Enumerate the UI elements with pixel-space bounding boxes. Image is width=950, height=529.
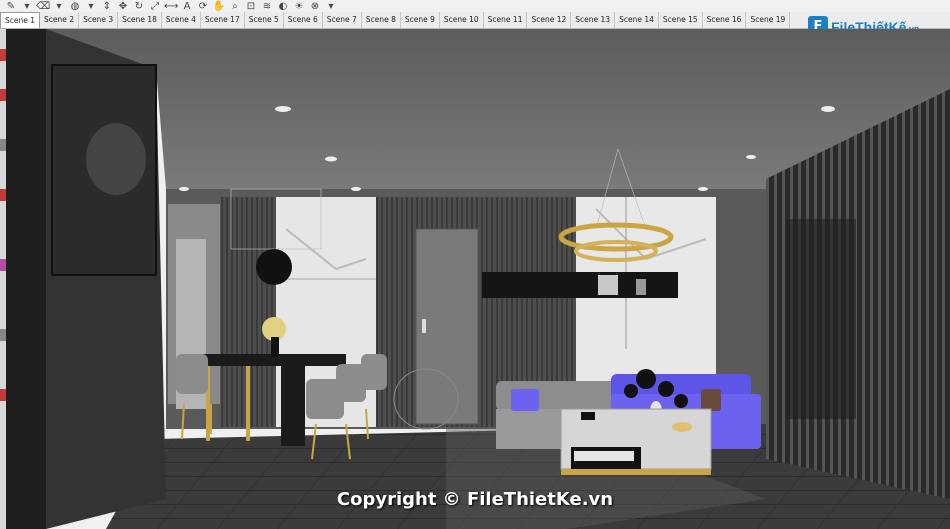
left-wall-edge: [6, 29, 46, 529]
copyright-watermark: Copyright © FileThietKe.vn: [336, 489, 614, 510]
ceiling-light: [179, 187, 189, 191]
ceiling-light: [821, 106, 835, 112]
scale-icon[interactable]: ⤢: [148, 1, 162, 12]
paint-bucket-icon[interactable]: ◍: [68, 1, 82, 12]
ceiling-light: [325, 156, 337, 162]
scene-tab[interactable]: Scene 6: [284, 12, 323, 28]
dropdown-arrow-icon[interactable]: ▾: [324, 1, 338, 12]
layers-icon[interactable]: ≋: [260, 1, 274, 12]
scene-tab[interactable]: Scene 18: [118, 12, 162, 28]
scene-tab[interactable]: Scene 16: [703, 12, 747, 28]
shadows-icon[interactable]: ☀: [292, 1, 306, 12]
scene-tab[interactable]: Scene 3: [79, 12, 119, 28]
text-icon[interactable]: A: [180, 1, 194, 12]
wall-shelf: [482, 272, 678, 298]
cushion-brown: [701, 389, 721, 411]
scene-tab[interactable]: Scene 14: [615, 12, 659, 28]
scene-tab[interactable]: Scene 8: [362, 12, 401, 28]
scene-tab[interactable]: Scene 4: [162, 12, 201, 28]
ceiling-light: [275, 106, 291, 112]
shelf-books: [598, 275, 618, 295]
wall-art-shape: [86, 123, 146, 195]
orbit-icon[interactable]: ⟳: [196, 1, 210, 12]
dropdown-arrow-icon[interactable]: ▾: [20, 1, 34, 12]
scene-tab[interactable]: Scene 17: [201, 12, 245, 28]
ceiling-light: [698, 187, 708, 191]
styles-icon[interactable]: ◐: [276, 1, 290, 12]
black-pendant-light: [256, 249, 292, 285]
zoom-icon[interactable]: ⌕: [228, 1, 242, 12]
scene-tab[interactable]: Scene 2: [40, 12, 80, 28]
rotate-icon[interactable]: ↻: [132, 1, 146, 12]
window: [786, 219, 856, 419]
scene-tab[interactable]: Scene 9: [401, 12, 440, 28]
ceiling-light: [351, 187, 361, 191]
scene-tab[interactable]: Scene 12: [527, 12, 572, 28]
scene-tab[interactable]: Scene 10: [440, 12, 484, 28]
scene-tab[interactable]: Scene 13: [571, 12, 616, 28]
cushion-purple: [511, 389, 539, 411]
section-icon[interactable]: ⊗: [308, 1, 322, 12]
scene-tab[interactable]: Scene 11: [484, 12, 528, 28]
dining-table-base: [281, 366, 305, 446]
push-pull-icon[interactable]: ⇕: [100, 1, 114, 12]
zoom-extents-icon[interactable]: ⊡: [244, 1, 258, 12]
dropdown-arrow-icon[interactable]: ▾: [84, 1, 98, 12]
tape-measure-icon[interactable]: ⟷: [164, 1, 178, 12]
scene-tab[interactable]: Scene 5: [245, 12, 284, 28]
3d-viewport[interactable]: [6, 29, 950, 529]
dining-table-top: [186, 354, 346, 366]
pencil-icon[interactable]: ✎: [4, 1, 18, 12]
scene-tab[interactable]: Scene 7: [323, 12, 362, 28]
move-icon[interactable]: ✥: [116, 1, 130, 12]
ceiling-light: [746, 155, 756, 159]
scene-tab[interactable]: Scene 15: [659, 12, 703, 28]
sketchup-toolbar: ✎ ▾ ⌫ ▾ ◍ ▾ ⇕ ✥ ↻ ⤢ ⟷ A ⟳ ✋ ⌕ ⊡ ≋ ◐ ☀ ⊗ ▾: [0, 0, 950, 12]
pan-icon[interactable]: ✋: [212, 1, 226, 12]
door-handle: [422, 319, 426, 333]
slat-panel-left: [221, 197, 281, 427]
eraser-icon[interactable]: ⌫: [36, 1, 50, 12]
scene-tab[interactable]: Scene 1: [0, 12, 41, 28]
dropdown-arrow-icon[interactable]: ▾: [52, 1, 66, 12]
interior-render: [6, 29, 950, 529]
scene-tab[interactable]: Scene 19: [746, 12, 791, 28]
